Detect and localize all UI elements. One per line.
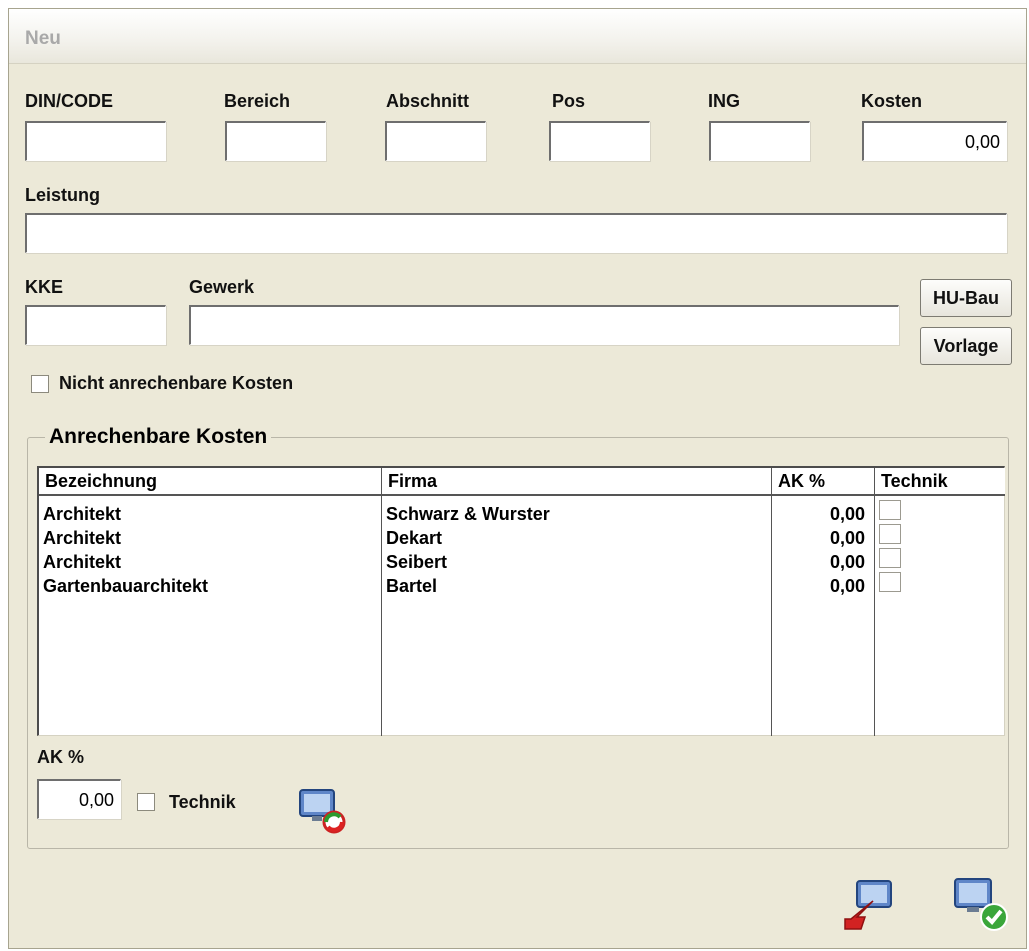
title-bar[interactable]: Neu — [9, 9, 1026, 64]
row-firma: Bartel — [386, 576, 438, 596]
row-bezeichnung: Architekt — [43, 552, 122, 572]
bereich-label: Bereich — [224, 91, 291, 111]
bereich-input[interactable] — [225, 121, 326, 161]
kke-label: KKE — [25, 277, 64, 297]
kosten-value: 0,00 — [964, 132, 1000, 152]
pos-label: Pos — [552, 91, 586, 111]
monitor-back-arrow-icon[interactable] — [839, 877, 897, 933]
window-title: Neu — [25, 28, 61, 49]
ak-prozent-input[interactable]: 0,00 — [37, 779, 121, 819]
leistung-label: Leistung — [25, 185, 100, 205]
pos-input[interactable] — [549, 121, 650, 161]
column-header-firma[interactable]: Firma — [382, 468, 772, 496]
row-technik-checkbox[interactable] — [879, 500, 901, 520]
row-firma: Dekart — [386, 528, 443, 548]
monitor-checkmark-icon[interactable] — [951, 875, 1013, 935]
row-bezeichnung: Gartenbauarchitekt — [43, 576, 209, 596]
nicht-anrechenbare-kosten-label[interactable]: Nicht anrechenbare Kosten — [59, 373, 293, 394]
ing-label: ING — [708, 91, 741, 111]
gewerk-label: Gewerk — [189, 277, 255, 297]
monitor-refresh-icon[interactable] — [297, 787, 353, 835]
abschnitt-label: Abschnitt — [386, 91, 469, 111]
column-header-ak-prozent[interactable]: AK % — [772, 468, 875, 496]
row-firma: Schwarz & Wurster — [386, 504, 550, 524]
kosten-label: Kosten — [861, 91, 923, 111]
technik-label[interactable]: Technik — [169, 792, 236, 813]
abschnitt-input[interactable] — [385, 121, 486, 161]
gewerk-input[interactable] — [189, 305, 899, 345]
hu-bau-button[interactable]: HU-Bau — [920, 279, 1012, 317]
row-firma: Seibert — [386, 552, 448, 572]
ak-prozent-value: 0,00 — [78, 790, 114, 810]
row-ak-prozent: 0,00 — [829, 552, 865, 572]
leistung-input[interactable] — [25, 213, 1007, 253]
ing-input[interactable] — [709, 121, 810, 161]
din-code-input[interactable] — [25, 121, 166, 161]
kke-input[interactable] — [25, 305, 166, 345]
column-divider — [874, 496, 875, 736]
din-code-label: DIN/CODE — [25, 91, 114, 111]
anrechenbare-kosten-table[interactable]: Bezeichnung Firma AK % Technik Architekt… — [37, 466, 1005, 736]
dialog-window: Neu DIN/CODE Bereich Abschnitt Pos ING K… — [8, 8, 1027, 949]
row-ak-prozent: 0,00 — [829, 528, 865, 548]
technik-checkbox[interactable] — [137, 793, 155, 811]
column-divider — [771, 496, 772, 736]
row-bezeichnung: Architekt — [43, 528, 122, 548]
row-technik-checkbox[interactable] — [879, 572, 901, 592]
column-header-bezeichnung[interactable]: Bezeichnung — [39, 468, 382, 496]
row-technik-checkbox[interactable] — [879, 524, 901, 544]
column-divider — [381, 496, 382, 736]
row-ak-prozent: 0,00 — [829, 576, 865, 596]
column-header-technik[interactable]: Technik — [875, 468, 1005, 496]
ak-prozent-label: AK % — [37, 747, 85, 767]
row-technik-checkbox[interactable] — [879, 548, 901, 568]
row-bezeichnung: Architekt — [43, 504, 122, 524]
row-ak-prozent: 0,00 — [829, 504, 865, 524]
vorlage-button[interactable]: Vorlage — [920, 327, 1012, 365]
kosten-input[interactable]: 0,00 — [862, 121, 1007, 161]
anrechenbare-kosten-group-title: Anrechenbare Kosten — [45, 425, 272, 449]
nicht-anrechenbare-kosten-checkbox[interactable] — [31, 375, 49, 393]
